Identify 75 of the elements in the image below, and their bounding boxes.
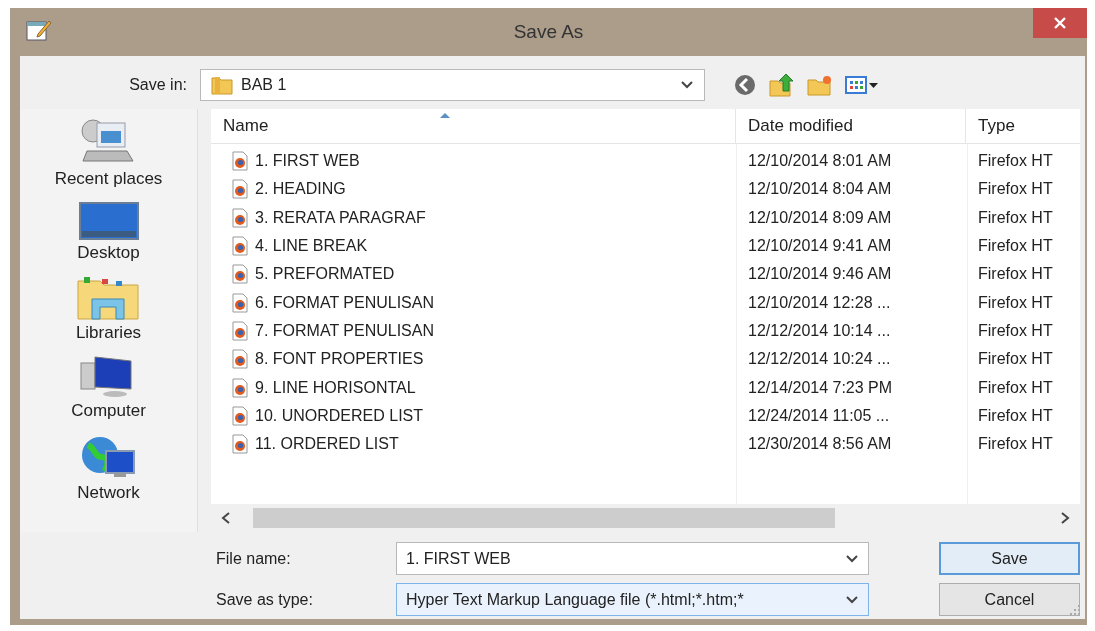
place-item[interactable]: Network [77, 433, 140, 503]
up-folder-icon[interactable] [769, 73, 795, 97]
save-as-type-combo[interactable]: Hyper Text Markup Language file (*.html;*.htm;* [396, 583, 869, 616]
sort-arrow-icon [439, 112, 451, 119]
column-header[interactable]: Date modified [736, 109, 966, 143]
file-type-text: Firefox HT [978, 293, 1053, 312]
back-icon[interactable] [733, 73, 757, 97]
browser-file-icon [231, 434, 249, 455]
place-item[interactable]: Recent places [54, 117, 163, 189]
folder-icon [211, 75, 233, 95]
date-modified-text: 12/30/2014 8:56 AM [748, 435, 892, 454]
file-type-text: Firefox HT [978, 321, 1053, 340]
date-modified-text: 12/12/2014 10:24 ... [748, 350, 891, 369]
desktop-icon [77, 201, 140, 241]
file-name-text[interactable]: 7. FORMAT PENULISAN [255, 321, 434, 340]
file-name-text[interactable]: 9. LINE HORISONTAL [255, 378, 416, 397]
place-item[interactable]: Desktop [77, 201, 140, 263]
file-name-text[interactable]: 2. HEADING [255, 180, 346, 199]
place-item[interactable]: Libraries [75, 275, 142, 343]
date-modified-text: 12/10/2014 12:28 ... [748, 293, 891, 312]
place-item[interactable]: Computer [71, 355, 146, 421]
save-in-combo[interactable]: BAB 1 [200, 69, 705, 101]
file-type-text: Firefox HT [978, 152, 1053, 171]
browser-file-icon [231, 151, 249, 172]
file-name-text[interactable]: 5. PREFORMATED [255, 265, 395, 284]
browser-file-icon [231, 236, 249, 257]
file-name-text[interactable]: 8. FONT PROPERTIES [255, 350, 424, 369]
close-button[interactable] [1033, 8, 1087, 38]
file-name-text[interactable]: 11. ORDERED LIST [255, 435, 399, 454]
file-type-text: Firefox HT [978, 237, 1053, 256]
notepad-pencil-icon [26, 18, 52, 42]
browser-file-icon [231, 264, 249, 285]
browser-file-icon [231, 292, 249, 313]
file-type-text: Firefox HT [978, 180, 1053, 199]
dialog-button[interactable]: Cancel [939, 583, 1080, 616]
date-modified-text: 12/10/2014 8:01 AM [748, 152, 892, 171]
browser-file-icon [231, 377, 249, 398]
date-modified-text: 12/10/2014 9:46 AM [748, 265, 892, 284]
file-type-text: Firefox HT [978, 350, 1053, 369]
column-header[interactable]: Type [966, 109, 1080, 143]
file-type-text: Firefox HT [978, 378, 1053, 397]
resize-grip-icon[interactable] [1069, 604, 1081, 616]
view-menu-icon[interactable] [845, 75, 879, 95]
date-modified-text: 12/10/2014 8:04 AM [748, 180, 892, 199]
date-modified-text: 12/12/2014 10:14 ... [748, 321, 891, 340]
file-name-text[interactable]: 4. LINE BREAK [255, 237, 368, 256]
date-modified-text: 12/24/2014 11:05 ... [748, 406, 890, 425]
window-title: Save As [512, 21, 585, 43]
file-name-text[interactable]: 6. FORMAT PENULISAN [255, 293, 434, 312]
file-name-combo[interactable]: 1. FIRST WEB [396, 542, 869, 575]
file-type-text: Firefox HT [978, 435, 1053, 454]
browser-file-icon [231, 405, 249, 426]
scrollbar-thumb[interactable] [253, 508, 835, 528]
file-type-text: Firefox HT [978, 265, 1053, 284]
date-modified-text: 12/10/2014 9:41 AM [748, 237, 892, 256]
new-folder-icon[interactable] [807, 74, 833, 96]
date-modified-text: 12/14/2014 7:23 PM [748, 378, 893, 397]
save-as-type-label: Save as type: [216, 590, 314, 609]
file-type-text: Firefox HT [978, 406, 1053, 425]
browser-file-icon [231, 349, 249, 370]
file-name-text[interactable]: 3. RERATA PARAGRAF [255, 208, 426, 227]
scroll-right-icon[interactable] [1060, 512, 1070, 524]
file-name-label: File name: [216, 549, 292, 568]
libraries-icon [76, 275, 141, 321]
dialog-button[interactable]: Save [939, 542, 1080, 575]
browser-file-icon [231, 179, 249, 200]
file-name-text[interactable]: 10. UNORDERED LIST [255, 406, 424, 425]
close-icon [1053, 16, 1067, 30]
scroll-left-icon[interactable] [221, 512, 231, 524]
browser-file-icon [231, 320, 249, 341]
file-type-text: Firefox HT [978, 208, 1053, 227]
save-in-label: Save in: [128, 76, 188, 94]
browser-file-icon [231, 207, 249, 228]
date-modified-text: 12/10/2014 8:09 AM [748, 208, 892, 227]
file-name-text[interactable]: 1. FIRST WEB [255, 152, 360, 171]
